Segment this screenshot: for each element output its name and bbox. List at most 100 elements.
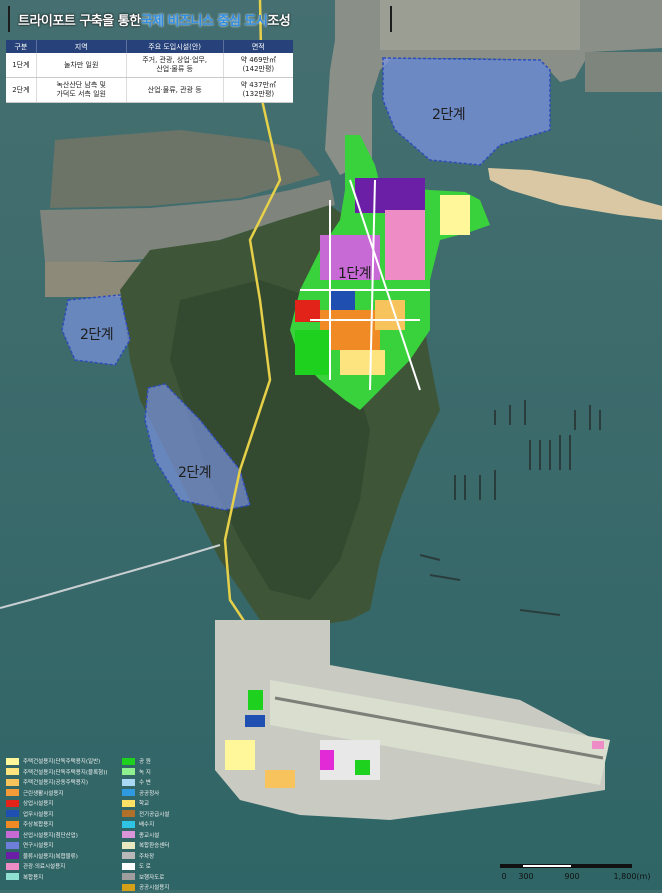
legend-swatch (122, 810, 135, 818)
size-line: 약 469만㎡ (240, 56, 277, 64)
table-header-phase: 구분 (6, 40, 37, 53)
airport-blue (245, 715, 265, 727)
airport-pink (592, 741, 604, 749)
legend-swatch (122, 862, 135, 870)
port-block-1 (380, 0, 580, 50)
legend-label: 주택건설용지(단독주택용지(일반) (23, 759, 101, 766)
legend-swatch (122, 820, 135, 828)
legend-label: 상업시설용지 (23, 801, 54, 808)
table-header-size: 면적 (223, 40, 293, 53)
legend-label: 도 로 (139, 864, 151, 871)
legend-item: 학교 (122, 798, 169, 809)
legend-item: 보행자도로 (122, 872, 169, 883)
legend-item: 근린생활시설용지 (6, 788, 107, 799)
airport-park (248, 690, 263, 710)
legend-item: 주택건설용지(단독주택용지(일반) (6, 756, 107, 767)
legend-swatch (6, 810, 19, 818)
phase2-west-label: 2단계 (80, 327, 114, 343)
legend-label: 산업시설용지(첨단산업) (23, 832, 78, 839)
legend-label: 복합용지 (23, 874, 44, 881)
legend-swatch (122, 831, 135, 839)
phase2-south-label: 2단계 (178, 465, 212, 481)
legend-item: 주택건설용지(공동주택용지) (6, 777, 107, 788)
legend-label: 전기공급시설 (139, 811, 170, 818)
legend-label: 연구시설용지 (23, 843, 54, 850)
legend-item: 종교시설 (122, 830, 169, 841)
legend-item: 주상복합용지 (6, 819, 107, 830)
title-part-1: 트라이포트 구축을 통한 (18, 13, 141, 29)
legend-swatch (6, 820, 19, 828)
legend-column-left: 주택건설용지(단독주택용지(일반) 주택건설용지(단독주택용지(블록형)) 주택건설… (6, 756, 107, 882)
table-cell-facilities: 산업·물류, 관광 등 (126, 77, 224, 103)
legend-item: 녹 지 (122, 767, 169, 778)
legend-label: 물류시설용지(복합물류) (23, 853, 78, 860)
legend-label: 보행자도로 (139, 874, 165, 881)
landuse-mixed-2 (375, 300, 405, 330)
legend-swatch (122, 768, 135, 776)
table-header-facilities: 주요 도입시설(안) (126, 40, 224, 53)
legend-label: 배수지 (139, 822, 155, 829)
size-line: 약 437만㎡ (240, 81, 277, 89)
title-part-2: 국제 비즈니스 중심 도시 (140, 13, 268, 29)
landuse-school (340, 350, 385, 375)
landuse-green (440, 195, 470, 235)
title-part-3: 조성 (267, 13, 291, 29)
table-cell-area: 녹산산단 남측 및 가덕도 서측 일원 (36, 77, 127, 103)
legend-label: 복합환승센터 (139, 843, 170, 850)
legend-item: 배수지 (122, 819, 169, 830)
table-cell-area: 눌차만 일원 (36, 53, 127, 78)
legend-label: 업무시설용지 (23, 811, 54, 818)
legend-label: 공공시설용지 (139, 885, 170, 892)
table-cell-phase: 2단계 (6, 77, 37, 103)
legend-label: 주차장 (139, 853, 155, 860)
table-cell-size: 약 469만㎡ (142만평) (223, 53, 293, 78)
legend-label: 학교 (139, 801, 150, 808)
phase1-label: 1단계 (338, 266, 372, 282)
legend-item: 공공청사 (122, 788, 169, 799)
legend-swatch (6, 873, 19, 881)
legend-swatch (122, 852, 135, 860)
legend-item: 물류시설용지(복합물류) (6, 851, 107, 862)
legend-item: 주택건설용지(단독주택용지(블록형)) (6, 767, 107, 778)
legend-item: 수 변 (122, 777, 169, 788)
legend-column-right: 공 원녹 지수 변공공청사학교전기공급시설배수지종교시설복합환승센터주차장도 로… (122, 756, 169, 893)
scale-tick-label: 900 (564, 872, 580, 881)
legend-swatch (6, 841, 19, 849)
area-line: 녹산산단 남측 및 (56, 81, 106, 89)
port-block-2 (585, 52, 662, 92)
legend-item: 공 원 (122, 756, 169, 767)
legend-item: 관광·의료시설용지 (6, 861, 107, 872)
phase2-east-label: 2단계 (432, 107, 466, 123)
legend-swatch (122, 841, 135, 849)
landuse-park (295, 330, 330, 375)
landuse-housing (385, 210, 425, 280)
landuse-business (330, 290, 355, 310)
table-header-area: 지역 (36, 40, 127, 53)
legend-label: 관광·의료시설용지 (23, 864, 66, 871)
legend-swatch (6, 799, 19, 807)
legend-label: 공 원 (139, 759, 151, 766)
legend-swatch (122, 757, 135, 765)
legend-swatch (122, 789, 135, 797)
table-cell-facilities: 주거, 관광, 상업·업무, 산업·물류 등 (126, 53, 224, 78)
legend-item: 주차장 (122, 851, 169, 862)
scale-tick-label: 0 (501, 872, 507, 881)
legend-item: 공공시설용지 (122, 882, 169, 893)
legend-swatch (6, 862, 19, 870)
legend-label: 종교시설 (139, 832, 160, 839)
legend-item: 도 로 (122, 861, 169, 872)
scale-bar: 0 300 900 1,800(m) (496, 858, 656, 888)
page-title: 트라이포트 구축을 통한 국제 비즈니스 중심 도시 조성 (8, 6, 392, 32)
legend-label: 공공청사 (139, 790, 160, 797)
legend-item: 연구시설용지 (6, 840, 107, 851)
scale-segment-3 (572, 864, 632, 868)
legend-label: 주택건설용지(단독주택용지(블록형)) (23, 769, 108, 776)
scale-tick-label: 1,800(m) (613, 872, 651, 881)
area-line: 가덕도 서측 일원 (56, 90, 106, 98)
map-legend: 주택건설용지(단독주택용지(일반) 주택건설용지(단독주택용지(블록형)) 주택건설… (6, 756, 306, 891)
facilities-line: 주거, 관광, 상업·업무, (142, 56, 208, 64)
table-cell-phase: 1단계 (6, 53, 37, 78)
legend-label: 녹 지 (139, 769, 151, 776)
legend-swatch (6, 789, 19, 797)
legend-swatch (6, 852, 19, 860)
